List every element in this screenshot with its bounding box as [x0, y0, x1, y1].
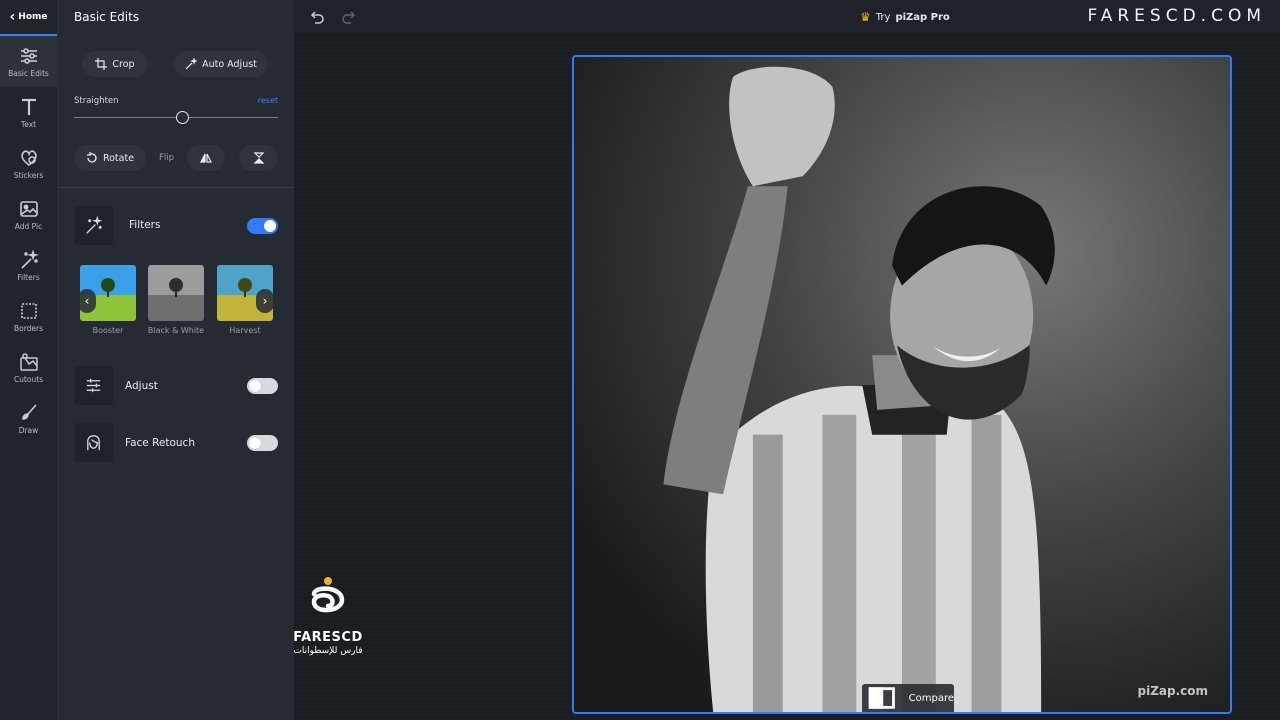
magic-wand-icon: [86, 216, 103, 234]
rail-label: Text: [20, 119, 37, 129]
left-rail: ‹ Home Basic Edits Text Stickers Add Pic: [0, 0, 58, 720]
straighten-label: Straighten: [74, 96, 119, 106]
rail-item-add-pic[interactable]: Add Pic: [0, 189, 57, 240]
rail-label: Stickers: [13, 170, 44, 180]
rail-label: Filters: [17, 272, 40, 282]
brush-icon: [21, 403, 37, 420]
sliders-icon: [20, 47, 37, 64]
rail-label: Borders: [13, 323, 44, 333]
straighten-slider-handle[interactable]: [176, 111, 189, 124]
logo-name: FARESCD: [293, 630, 363, 645]
basic-edits-panel: Basic Edits Crop Auto Adjust Straighten …: [58, 0, 294, 720]
face-retouch-feature-icon: [74, 423, 113, 462]
stickers-icon: [20, 149, 37, 166]
add-picture-icon: [19, 200, 38, 217]
rail-label: Add Pic: [14, 221, 43, 231]
undo-icon[interactable]: [308, 8, 326, 26]
filters-next-button[interactable]: ›: [256, 289, 274, 313]
border-icon: [20, 302, 37, 319]
brand-watermark: FARESCD.COM: [1087, 6, 1266, 26]
rail-item-cutouts[interactable]: Cutouts: [0, 342, 57, 393]
home-button[interactable]: ‹ Home: [0, 0, 57, 36]
pro-label: piZap Pro: [895, 11, 950, 23]
flip-horizontal-button[interactable]: [187, 145, 225, 171]
home-label: Home: [18, 12, 48, 22]
rail-item-borders[interactable]: Borders: [0, 291, 57, 342]
face-retouch-label: Face Retouch: [125, 437, 195, 449]
rail-item-stickers[interactable]: Stickers: [0, 138, 57, 189]
filters-label: Filters: [129, 219, 161, 231]
rotate-icon: [86, 152, 97, 163]
rail-item-draw[interactable]: Draw: [0, 393, 57, 444]
filters-prev-button[interactable]: ‹: [78, 289, 96, 313]
flip-vertical-icon: [253, 152, 264, 164]
rail-label: Cutouts: [13, 374, 44, 384]
filters-toggle[interactable]: [247, 218, 278, 234]
filter-caption: Booster: [92, 326, 124, 335]
rotate-label: Rotate: [102, 152, 135, 164]
redo-icon[interactable]: [340, 8, 358, 26]
flip-label: Flip: [159, 153, 175, 163]
face-icon: [87, 435, 100, 451]
auto-adjust-label: Auto Adjust: [202, 58, 257, 70]
filter-thumb-black-white[interactable]: [148, 265, 204, 321]
reset-link[interactable]: reset: [258, 96, 278, 105]
farescd-logo: FARESCD فارس للإسطوانات: [288, 576, 368, 656]
compare-icon: [868, 687, 895, 709]
crop-label: Crop: [112, 58, 135, 70]
rail-label: Basic Edits: [8, 68, 49, 78]
logo-arabic: فارس للإسطوانات: [293, 646, 363, 656]
filter-caption: Black & White: [147, 326, 205, 335]
landscape-thumbnail: [148, 265, 204, 321]
crown-icon: ♛: [860, 10, 871, 24]
face-retouch-toggle[interactable]: [247, 435, 278, 451]
flip-horizontal-icon: [200, 153, 212, 163]
compare-button[interactable]: Compare: [862, 684, 954, 712]
filter-caption: Harvest: [229, 326, 261, 335]
pizap-watermark: piZap.com: [1137, 684, 1208, 698]
magic-wand-icon: [185, 58, 198, 70]
adjust-toggle[interactable]: [247, 378, 278, 394]
panel-divider: [58, 187, 294, 188]
farescd-logo-icon: [311, 577, 345, 613]
photo-canvas[interactable]: piZap.com Compare: [572, 55, 1232, 714]
sliders-icon: [86, 378, 101, 393]
player-photo: [574, 57, 1230, 712]
chevron-left-icon: ‹: [9, 8, 16, 25]
panel-title: Basic Edits: [74, 10, 140, 24]
filters-feature-icon: [74, 206, 113, 245]
crop-icon: [95, 58, 108, 70]
cutout-icon: [19, 352, 38, 371]
crop-button[interactable]: Crop: [82, 51, 148, 77]
compare-label: Compare: [908, 692, 954, 704]
rail-item-basic-edits[interactable]: Basic Edits: [0, 36, 57, 87]
text-icon: [21, 98, 36, 115]
rotate-button[interactable]: Rotate: [74, 145, 146, 171]
top-bar: ♛ Try piZap Pro FARESCD.COM: [294, 0, 1280, 35]
rail-label: Draw: [18, 425, 39, 435]
adjust-label: Adjust: [125, 380, 158, 392]
try-label: Try: [875, 11, 891, 23]
try-pro-button[interactable]: ♛ Try piZap Pro: [860, 10, 950, 24]
auto-adjust-button[interactable]: Auto Adjust: [174, 51, 268, 77]
magic-wand-icon: [20, 249, 39, 269]
adjust-feature-icon: [74, 366, 113, 405]
rail-item-text[interactable]: Text: [0, 87, 57, 138]
rail-item-filters[interactable]: Filters: [0, 240, 57, 291]
flip-vertical-button[interactable]: [239, 145, 278, 171]
